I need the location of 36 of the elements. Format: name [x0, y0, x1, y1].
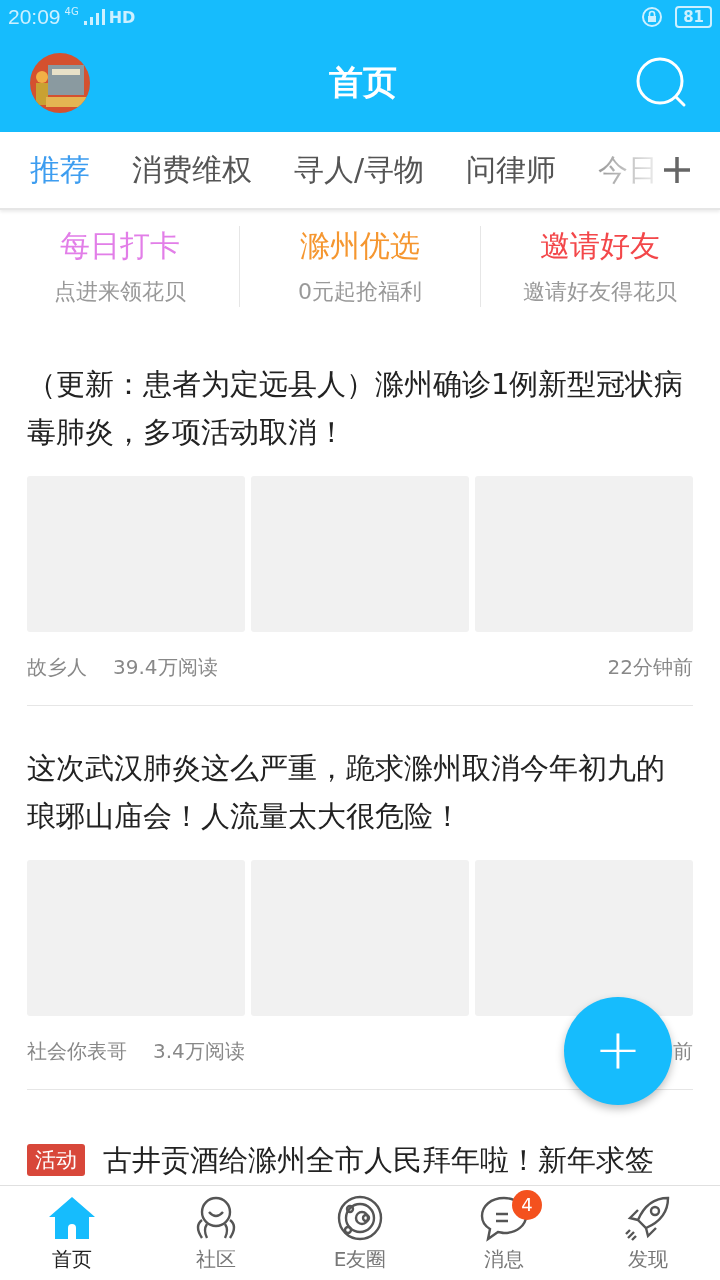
shortcut-title[interactable]: 每日打卡 [59, 225, 180, 267]
nav-tab[interactable]: 首页 [0, 1186, 144, 1280]
post-time: 前 [673, 1038, 693, 1065]
shortcut-subtitle: 邀请好友得花贝 [523, 277, 678, 306]
add-icon[interactable] [662, 155, 692, 185]
shortcut-subtitle: 0元起抢福利 [298, 277, 422, 306]
article-title[interactable]: 古井贡酒给滁州全市人民拜年啦！新年求签 [103, 1136, 654, 1184]
article-title[interactable]: 这次武汉肺炎这么严重，跪求滁州取消今年初九的琅琊山庙会！人流量太大很危险！ [27, 744, 693, 840]
nav-tab[interactable]: 社区 [144, 1186, 288, 1280]
signal-icon [82, 9, 105, 25]
nav-tab[interactable]: 4 消息 [432, 1186, 576, 1280]
author-name: 社会你表哥 [27, 1038, 127, 1065]
unread-badge: 4 [512, 1189, 542, 1220]
rotation-lock-icon [641, 6, 664, 28]
activity-tag: 活动 [27, 1144, 85, 1176]
read-count: 3.4万阅读 [153, 1038, 245, 1065]
home-icon [48, 1195, 96, 1240]
network-label: 4G [64, 6, 79, 17]
category-tab[interactable]: 消费维权 [132, 149, 252, 191]
page-title: 首页 [329, 61, 397, 104]
author-name: 故乡人 [27, 654, 87, 681]
post-time: 22分钟前 [607, 654, 693, 681]
nav-tab[interactable]: 发现 [576, 1186, 720, 1280]
search-icon[interactable] [636, 57, 688, 109]
shortcut-subtitle: 点进来领花贝 [53, 277, 186, 306]
nav-tab[interactable]: E友圈 [288, 1186, 432, 1280]
hd-label: HD [108, 7, 136, 27]
shortcut-title[interactable]: 邀请好友 [540, 225, 661, 267]
orbit-icon [336, 1193, 384, 1242]
article-title[interactable]: （更新：患者为定远县人）滁州确诊1例新型冠状病毒肺炎，多项活动取消！ [27, 360, 693, 456]
read-count: 39.4万阅读 [113, 654, 218, 681]
clock-time: 20:09 [8, 5, 61, 29]
category-tab[interactable]: 寻人/寻物 [294, 149, 425, 191]
category-tab[interactable]: 推荐 [30, 149, 90, 191]
battery-indicator: 81 [675, 6, 712, 28]
category-tab[interactable]: 问律师 [466, 149, 557, 191]
